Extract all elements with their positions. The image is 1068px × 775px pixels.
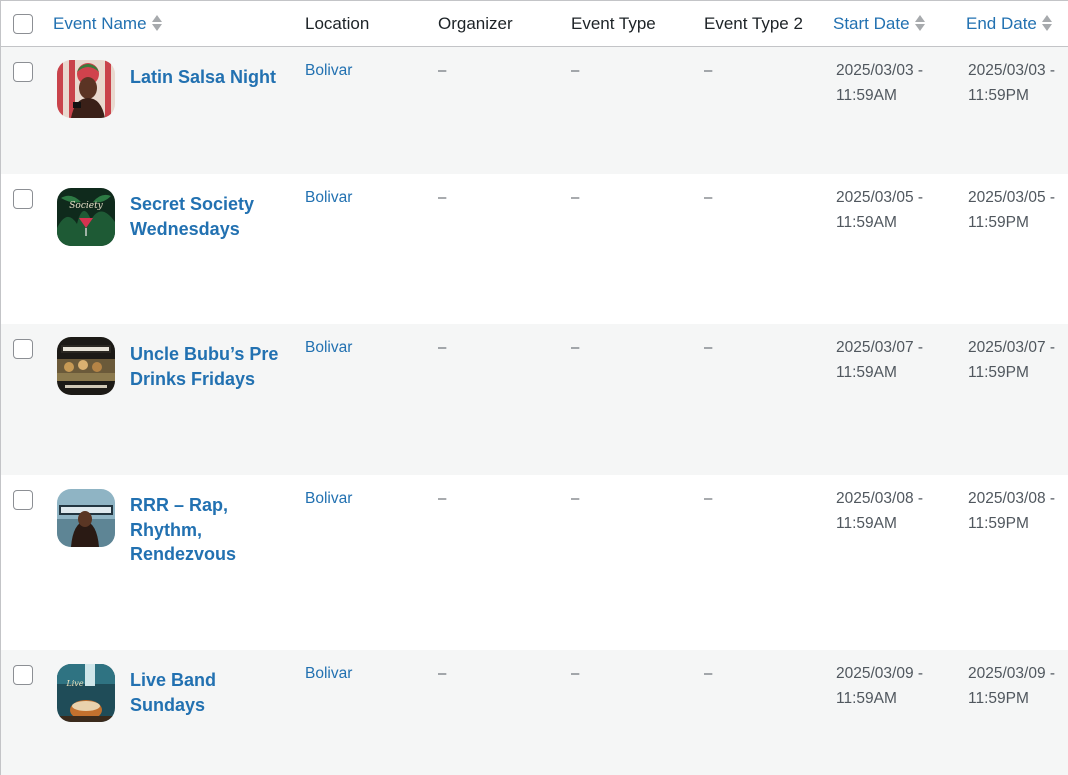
column-start-date-label: Start Date xyxy=(833,14,910,33)
event-type-2-value: – xyxy=(704,62,713,79)
end-date-value: 2025/03/03 - 11:59PM xyxy=(968,62,1056,104)
event-type-value: – xyxy=(571,665,580,682)
event-name-link[interactable]: Uncle Bubu’s Pre Drinks Fridays xyxy=(130,342,290,391)
row-checkbox[interactable] xyxy=(13,339,33,359)
organizer-value: – xyxy=(438,62,447,79)
event-type-2-value: – xyxy=(704,339,713,356)
organizer-value: – xyxy=(438,665,447,682)
rendezvous-poster-thumbnail[interactable] xyxy=(57,489,115,547)
column-end-date-label: End Date xyxy=(966,14,1037,33)
location-link[interactable]: Bolivar xyxy=(305,188,352,208)
event-type-value: – xyxy=(571,189,580,206)
event-type-value: – xyxy=(571,339,580,356)
start-date-value: 2025/03/03 - 11:59AM xyxy=(836,62,924,104)
sort-arrows-icon xyxy=(151,13,162,33)
column-end-date[interactable]: End Date xyxy=(966,14,1052,35)
row-checkbox[interactable] xyxy=(13,62,33,82)
organizer-value: – xyxy=(438,339,447,356)
secret-society-poster-thumbnail[interactable]: Society xyxy=(57,188,115,246)
events-table: Event Name Location Organizer Event Type… xyxy=(0,0,1068,775)
column-event-type: Event Type xyxy=(571,14,656,33)
column-event-name-label: Event Name xyxy=(53,14,147,33)
event-name-link[interactable]: RRR – Rap, Rhythm, Rendezvous xyxy=(130,493,290,567)
event-type-value: – xyxy=(571,490,580,507)
table-row: Society Secret Society Wednesdays Boliva… xyxy=(1,174,1068,324)
event-type-2-value: – xyxy=(704,665,713,682)
sort-arrows-icon xyxy=(914,13,925,33)
column-start-date[interactable]: Start Date xyxy=(833,14,925,35)
select-all-checkbox[interactable] xyxy=(13,14,33,34)
table-row: RRR – Rap, Rhythm, Rendezvous Bolivar – … xyxy=(1,475,1068,650)
location-link[interactable]: Bolivar xyxy=(305,664,352,684)
end-date-value: 2025/03/05 - 11:59PM xyxy=(968,189,1056,231)
table-header: Event Name Location Organizer Event Type… xyxy=(1,1,1068,47)
end-date-value: 2025/03/07 - 11:59PM xyxy=(968,339,1056,381)
start-date-value: 2025/03/08 - 11:59AM xyxy=(836,490,924,532)
row-checkbox[interactable] xyxy=(13,189,33,209)
column-organizer: Organizer xyxy=(438,14,513,33)
svg-text:Society: Society xyxy=(69,201,103,211)
event-type-2-value: – xyxy=(704,490,713,507)
start-date-value: 2025/03/07 - 11:59AM xyxy=(836,339,924,381)
table-row: Latin Salsa Night Bolivar – – – 2025/03/… xyxy=(1,47,1068,174)
location-link[interactable]: Bolivar xyxy=(305,338,352,358)
row-checkbox[interactable] xyxy=(13,490,33,510)
start-date-value: 2025/03/09 - 11:59AM xyxy=(836,665,924,707)
sort-arrows-icon xyxy=(1041,13,1052,33)
location-link[interactable]: Bolivar xyxy=(305,61,352,81)
column-event-type-2: Event Type 2 xyxy=(704,14,803,33)
event-type-2-value: – xyxy=(704,189,713,206)
end-date-value: 2025/03/09 - 11:59PM xyxy=(968,665,1056,707)
row-checkbox[interactable] xyxy=(13,665,33,685)
location-link[interactable]: Bolivar xyxy=(305,489,352,509)
pre-drinks-poster-thumbnail[interactable] xyxy=(57,337,115,395)
table-row: Uncle Bubu’s Pre Drinks Fridays Bolivar … xyxy=(1,324,1068,475)
event-type-value: – xyxy=(571,62,580,79)
event-name-link[interactable]: Latin Salsa Night xyxy=(130,65,290,90)
end-date-value: 2025/03/08 - 11:59PM xyxy=(968,490,1056,532)
column-location: Location xyxy=(305,14,370,33)
svg-text:Live: Live xyxy=(65,679,83,688)
column-event-name[interactable]: Event Name xyxy=(53,14,162,35)
latin-salsa-poster-thumbnail[interactable] xyxy=(57,60,115,118)
event-name-link[interactable]: Secret Society Wednesdays xyxy=(130,192,290,241)
start-date-value: 2025/03/05 - 11:59AM xyxy=(836,189,924,231)
table-row: Live Live Band Sundays Bolivar – – – 202… xyxy=(1,650,1068,775)
event-name-link[interactable]: Live Band Sundays xyxy=(130,668,290,717)
live-band-poster-thumbnail[interactable]: Live xyxy=(57,664,115,722)
organizer-value: – xyxy=(438,189,447,206)
organizer-value: – xyxy=(438,490,447,507)
